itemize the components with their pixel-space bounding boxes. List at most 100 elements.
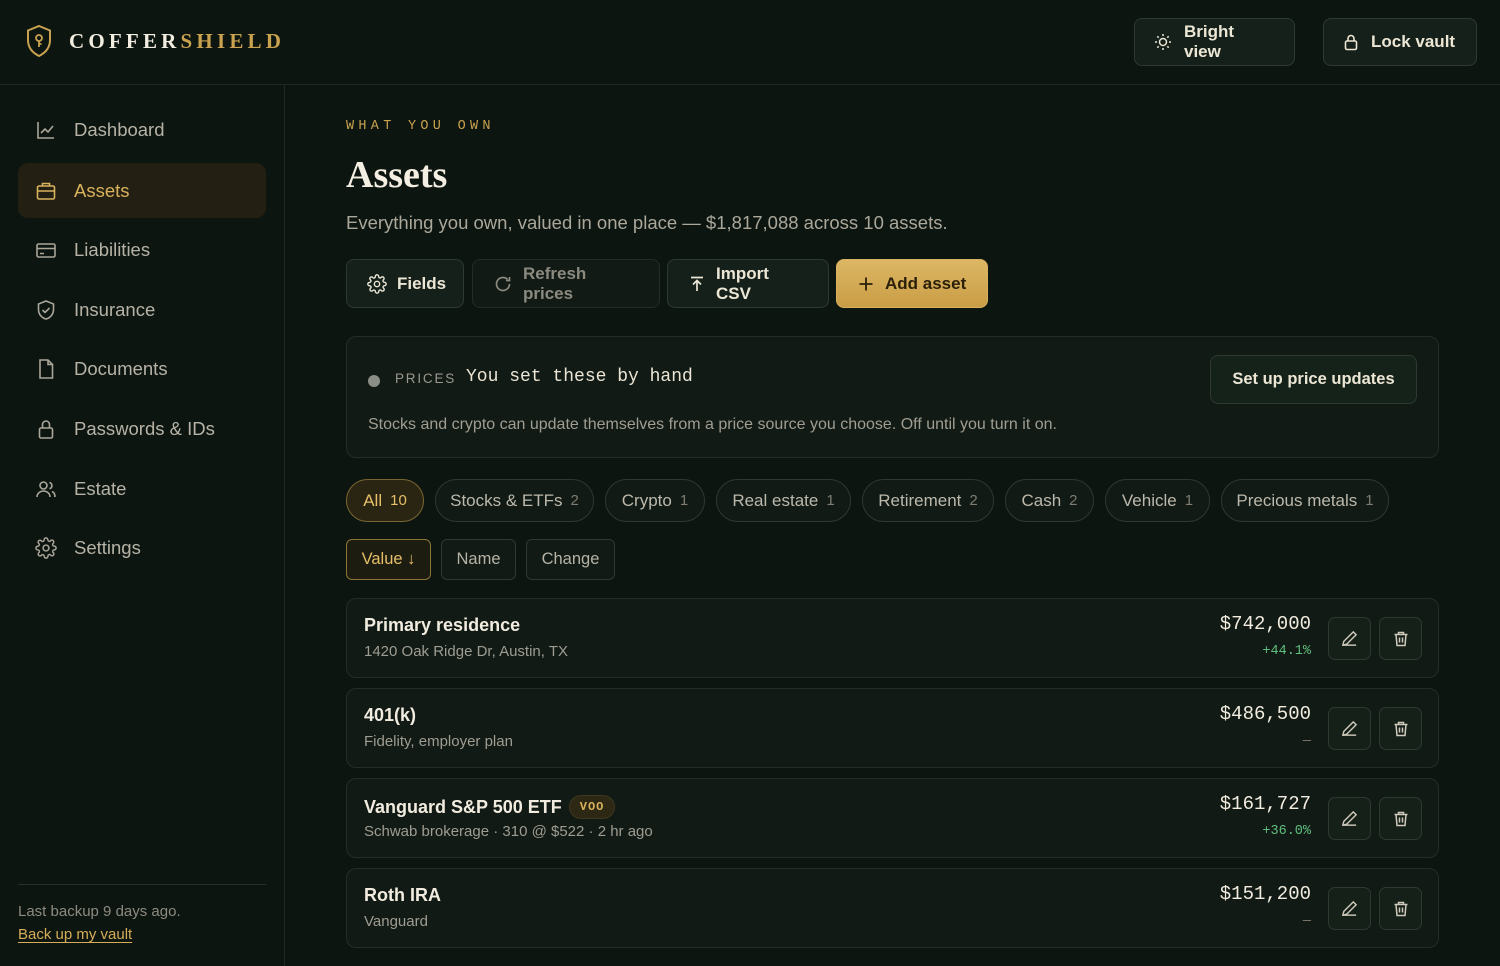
delete-asset-button[interactable] [1379,617,1422,660]
sidebar-item-label: Settings [74,536,141,558]
bright-view-label: Bright view [1184,22,1235,61]
sun-icon [1154,33,1172,51]
asset-details: Fidelity, employer plan [364,733,513,750]
pencil-icon [1340,809,1359,828]
setup-price-updates-button[interactable]: Set up price updates [1210,355,1417,404]
trash-icon [1392,630,1410,648]
pencil-icon [1340,899,1359,918]
chip-label: Stocks & ETFs [450,490,563,510]
sidebar-item-label: Passwords & IDs [74,417,215,439]
asset-row[interactable]: Primary residence 1420 Oak Ridge Dr, Aus… [346,598,1439,678]
lock-icon [1343,33,1359,51]
sort-change-button[interactable]: Change [526,539,615,580]
sidebar-item-assets[interactable]: Assets [18,163,266,218]
delete-asset-button[interactable] [1379,707,1422,750]
asset-value: $742,000 [1219,613,1311,635]
edit-asset-button[interactable] [1328,707,1371,750]
bright-view-button[interactable]: Bright view [1134,18,1295,66]
asset-change: — [1302,734,1311,749]
sidebar-item-insurance[interactable]: Insurance [18,282,266,337]
filter-chip-crypto[interactable]: Crypto 1 [605,479,705,522]
import-csv-button[interactable]: Import CSV [667,259,829,308]
sidebar-item-dashboard[interactable]: Dashboard [18,102,266,157]
document-icon [35,358,57,380]
sidebar-item-label: Liabilities [74,238,151,260]
asset-name-text: Primary residence [364,615,521,635]
brand-name-part1: COFFER [69,28,181,53]
sidebar-item-label: Estate [74,477,127,499]
brand[interactable]: COFFERSHIELD [25,24,285,58]
lock-vault-button[interactable]: Lock vault [1323,18,1477,66]
price-mode-label: PRICES [395,371,457,386]
asset-value: $486,500 [1219,703,1311,725]
chip-count: 2 [1069,492,1078,509]
chip-count: 1 [1184,492,1194,509]
fields-button[interactable]: Fields [346,259,464,308]
filter-chip-all[interactable]: All 10 [346,479,424,522]
add-asset-button[interactable]: Add asset [836,259,988,308]
edit-asset-button[interactable] [1328,797,1371,840]
sidebar-item-label: Dashboard [74,118,165,140]
upload-icon [688,275,706,293]
sort-name-button[interactable]: Name [441,539,516,580]
shield-logo-icon [25,24,53,58]
sort-value-button[interactable]: Value ↓ [346,539,431,580]
asset-details: 1420 Oak Ridge Dr, Austin, TX [364,643,569,660]
briefcase-icon [35,180,57,202]
price-mode-description: Stocks and crypto can update themselves … [368,416,1057,433]
add-asset-label: Add asset [885,273,967,293]
chip-count: 10 [390,492,407,509]
filter-chip-retirement[interactable]: Retirement 2 [862,479,994,522]
asset-name-text: 401(k) [364,705,417,725]
delete-asset-button[interactable] [1379,797,1422,840]
filter-chip-cash[interactable]: Cash 2 [1005,479,1094,522]
sidebar: Dashboard Assets Liabilities Insurance D… [0,85,285,966]
chip-label: Real estate [732,490,819,510]
asset-change: +44.1% [1262,644,1311,659]
backup-link[interactable]: Back up my vault [18,926,132,943]
sidebar-item-settings[interactable]: Settings [18,520,266,575]
top-bar: COFFERSHIELD Bright view Lock vault [0,0,1500,85]
sidebar-item-passwords[interactable]: Passwords & IDs [18,401,266,456]
chart-line-icon [35,119,57,141]
filter-chip-real-estate[interactable]: Real estate 1 [716,479,851,522]
trash-icon [1392,720,1410,738]
filter-chip-stocks[interactable]: Stocks & ETFs 2 [435,479,594,522]
backup-note: Last backup 9 days ago. [18,903,181,920]
toolbar: Fields Refresh prices Import CSV Add ass… [346,259,1046,308]
asset-row[interactable]: Vanguard S&P 500 ETF VOO Schwab brokerage… [346,778,1439,858]
users-icon [35,478,57,500]
ticker-badge: VOO [568,795,616,819]
asset-change: — [1302,914,1311,929]
chip-label: Cash [1021,490,1062,510]
filter-chip-precious-metals[interactable]: Precious metals 1 [1221,479,1389,522]
price-source-card: PRICES You set these by hand Stocks and … [346,336,1439,458]
shield-check-icon [35,299,57,321]
asset-value: $161,727 [1219,793,1311,815]
brand-name: COFFERSHIELD [69,29,285,54]
delete-asset-button[interactable] [1379,887,1422,930]
asset-value: $151,200 [1219,883,1311,905]
asset-name: Roth IRA [364,885,441,906]
sidebar-item-documents[interactable]: Documents [18,341,266,396]
edit-asset-button[interactable] [1328,887,1371,930]
asset-row[interactable]: Roth IRA Vanguard $151,200 — [346,868,1439,948]
refresh-prices-button[interactable]: Refresh prices [472,259,660,308]
gear-icon [35,536,57,559]
asset-row[interactable]: 401(k) Fidelity, employer plan $486,500 … [346,688,1439,768]
import-csv-label: Import CSV [716,263,769,303]
chip-label: Vehicle [1121,490,1177,510]
sidebar-item-liabilities[interactable]: Liabilities [18,222,266,277]
sort-options: Value ↓ Name Change [346,539,746,580]
asset-name: 401(k) [364,705,416,726]
sidebar-item-label: Insurance [74,298,156,320]
edit-asset-button[interactable] [1328,617,1371,660]
asset-name-text: Roth IRA [364,885,441,905]
sidebar-item-label: Documents [74,357,168,379]
chip-label: Precious metals [1236,490,1358,510]
trash-icon [1392,900,1410,918]
sidebar-item-label: Assets [74,179,130,201]
sidebar-item-estate[interactable]: Estate [18,461,266,516]
fields-label: Fields [397,273,447,293]
filter-chip-vehicle[interactable]: Vehicle 1 [1105,479,1210,522]
